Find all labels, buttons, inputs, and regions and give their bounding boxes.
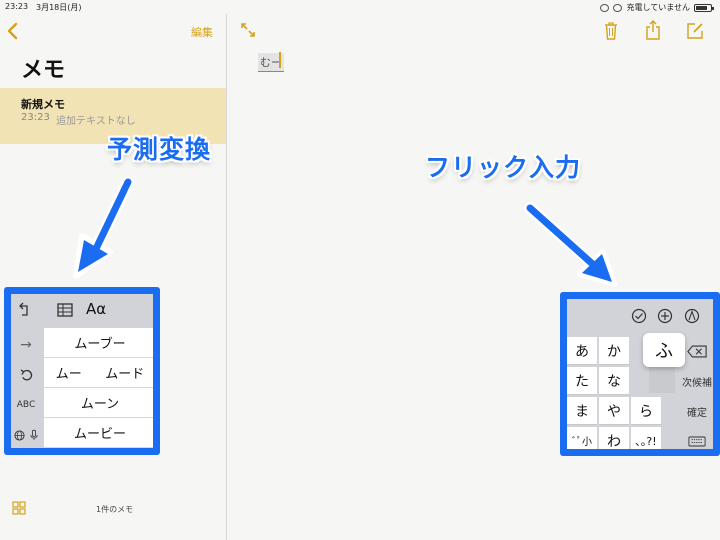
flick-popup-stem: [649, 365, 675, 393]
kana-key[interactable]: ま: [567, 397, 597, 425]
status-bar: 23:23 3月18日(月) 充電していません: [0, 0, 720, 14]
delete-key[interactable]: [677, 337, 713, 365]
page-title: メモ: [21, 58, 66, 83]
flick-keyboard: あ か た な ま や ら ﾞﾟ小 わ ､｡?! ふ 次候補 確定: [567, 299, 713, 449]
annotation-label-prediction: 予測変換: [107, 135, 212, 164]
charging-status: 充電していません: [626, 3, 690, 12]
status-right: 充電していません: [600, 2, 714, 13]
candidate-item[interactable]: ムーブー: [44, 328, 153, 358]
note-title: 新規メモ: [21, 98, 65, 111]
flick-keyboard-frame: あ か た な ま や ら ﾞﾟ小 わ ､｡?! ふ 次候補 確定: [560, 292, 720, 456]
wifi-icon: [613, 3, 623, 12]
candidate-item[interactable]: ムーン: [44, 388, 153, 418]
confirm-key[interactable]: 確定: [677, 397, 713, 425]
annotation-label-flick: フリック入力: [425, 153, 582, 182]
trash-icon[interactable]: [604, 22, 618, 40]
note-preview: 追加テキストなし: [56, 116, 136, 127]
add-circle-icon[interactable]: [657, 308, 673, 324]
edit-button[interactable]: 編集: [191, 24, 213, 40]
candidate-list: ムーブー ムー ムード ムーン ムービー: [44, 328, 153, 448]
note-time: 23:23: [21, 112, 50, 123]
note-count: 1件のメモ: [96, 505, 134, 514]
keyboard-icon: [688, 436, 706, 446]
dakuten-key[interactable]: ﾞﾟ小: [567, 427, 597, 449]
expand-icon[interactable]: [240, 22, 256, 38]
table-icon[interactable]: [57, 302, 73, 318]
orientation-lock-icon: [600, 3, 610, 12]
punctuation-key[interactable]: ､｡?!: [631, 427, 661, 449]
status-time: 23:23: [5, 2, 29, 11]
delete-icon: [687, 345, 707, 357]
text-caret: [279, 52, 281, 68]
share-icon[interactable]: [645, 20, 661, 40]
globe-mic-key[interactable]: [11, 420, 41, 448]
keyboard-dismiss-key[interactable]: [677, 427, 713, 449]
kana-key[interactable]: な: [599, 367, 629, 395]
kana-key[interactable]: あ: [567, 337, 597, 365]
pane-divider: [226, 14, 227, 540]
prediction-keyboard: Aα → ABC ムーブー ムー ムード ムーン ムービー: [11, 294, 153, 448]
gallery-grid-icon[interactable]: [12, 501, 26, 515]
kana-key[interactable]: わ: [599, 427, 629, 449]
microphone-icon: [30, 429, 38, 440]
battery-icon: [694, 3, 714, 12]
kana-key[interactable]: や: [599, 397, 629, 425]
kana-key[interactable]: ら: [631, 397, 661, 425]
candidate-item[interactable]: ムード: [105, 363, 144, 382]
markup-pen-icon[interactable]: [684, 308, 700, 324]
globe-icon: [14, 429, 25, 441]
keyboard-toolbar: Aα: [11, 294, 153, 326]
arrow-right-icon: [524, 202, 617, 287]
undo-icon: [20, 368, 32, 380]
compose-icon[interactable]: [686, 22, 704, 40]
candidate-row: ムー ムード: [44, 358, 153, 388]
kana-key[interactable]: か: [599, 337, 629, 365]
candidate-item[interactable]: ムービー: [44, 418, 153, 448]
candidate-item[interactable]: ムー: [56, 363, 82, 382]
text-format-button[interactable]: Aα: [86, 300, 106, 318]
status-date: 3月18日(月): [36, 3, 82, 12]
next-arrow-key[interactable]: →: [11, 330, 41, 360]
undo-box-icon[interactable]: [17, 302, 33, 318]
kana-key[interactable]: た: [567, 367, 597, 395]
prediction-keyboard-frame: Aα → ABC ムーブー ムー ムード ムーン ムービー: [4, 287, 160, 455]
undo-key[interactable]: [11, 360, 41, 390]
next-candidate-key[interactable]: 次候補: [677, 367, 713, 395]
notes-sidebar: 編集 メモ 新規メモ 23:23 追加テキストなし 1件のメモ: [0, 14, 226, 540]
check-circle-icon[interactable]: [631, 308, 647, 324]
back-chevron-icon[interactable]: [6, 22, 20, 40]
abc-key[interactable]: ABC: [11, 390, 41, 420]
